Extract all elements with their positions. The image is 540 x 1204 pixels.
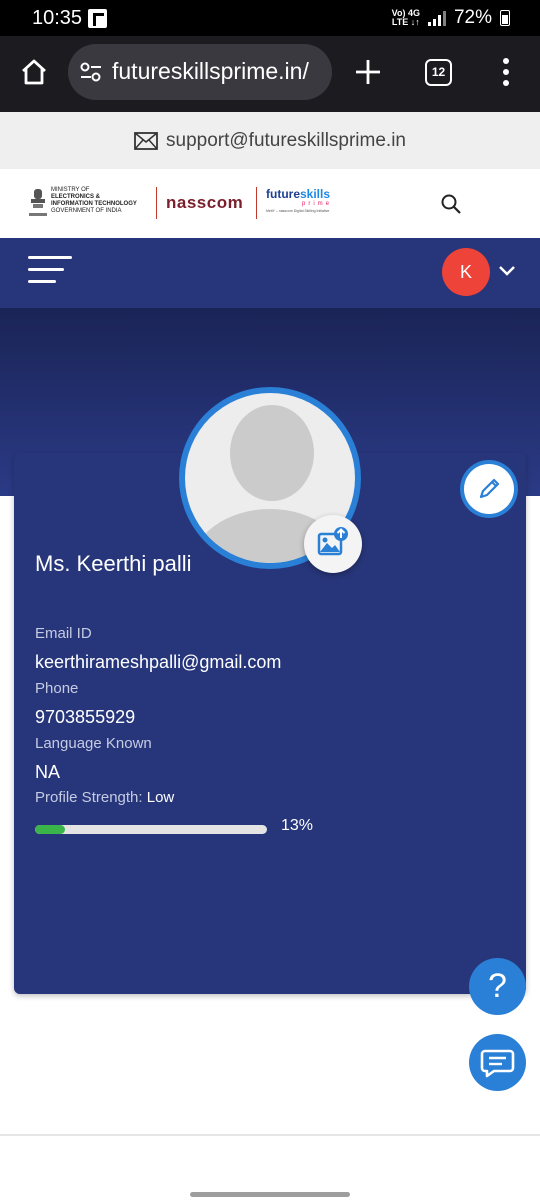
email-label: Email ID <box>35 625 92 642</box>
fs-logo-sub: prime <box>301 201 332 207</box>
status-time: 10:35 <box>32 7 83 29</box>
phone-value: 9703855929 <box>35 707 136 727</box>
profile-strength-label: Profile Strength: <box>35 789 143 806</box>
url-text[interactable]: futureskillsprime.in/ <box>112 58 324 85</box>
progress-fill <box>35 825 66 834</box>
notification-app-icon <box>88 9 107 28</box>
logo-divider <box>256 187 257 219</box>
pencil-icon <box>479 478 500 499</box>
fs-logo-tagline: MeitY – nasscom Digital Skilling Initiat… <box>266 209 330 213</box>
chat-button[interactable] <box>469 1034 526 1091</box>
mail-icon <box>134 131 158 150</box>
ministry-line-3: INFORMATION TECHNOLOGY <box>51 201 137 207</box>
chevron-down-icon[interactable] <box>498 265 516 277</box>
ministry-logo-text: MINISTRY OF ELECTRONICS & INFORMATION TE… <box>51 187 151 215</box>
language-label: Language Known <box>35 735 152 752</box>
nasscom-logo: nasscom <box>166 193 244 212</box>
ministry-line-2: ELECTRONICS & <box>51 194 101 200</box>
profile-name: Ms. Keerthi palli <box>35 551 192 576</box>
status-indicators: Vo) 4G LTE ↓↑ 72% <box>392 7 510 29</box>
status-bar: 10:35 Vo) 4G LTE ↓↑ 72% <box>0 0 540 36</box>
network-type-icon: Vo) 4G LTE ↓↑ <box>392 9 420 27</box>
edit-profile-button[interactable] <box>460 460 518 518</box>
support-email-link[interactable]: support@futureskillsprime.in <box>166 130 406 152</box>
support-strip: support@futureskillsprime.in <box>0 112 540 169</box>
logo-divider <box>156 187 157 219</box>
battery-percent: 72% <box>453 7 492 28</box>
image-upload-icon <box>317 527 348 556</box>
main-nav-bar: K <box>0 238 540 308</box>
chat-icon <box>480 1049 515 1078</box>
battery-icon <box>500 10 510 26</box>
network-type-bottom: LTE ↓↑ <box>391 17 420 27</box>
user-avatar-button[interactable]: K <box>442 248 490 296</box>
email-value: keerthirameshpalli@gmail.com <box>35 652 282 672</box>
content-divider <box>0 1134 540 1136</box>
search-icon[interactable] <box>441 194 461 214</box>
fs-logo-word-a: future <box>266 187 300 201</box>
browser-toolbar: futureskillsprime.in/ 12 <box>0 36 540 112</box>
home-icon[interactable] <box>20 58 48 86</box>
help-button[interactable]: ? <box>469 958 526 1015</box>
profile-strength-progress-bar <box>35 825 267 834</box>
fs-logo-word-b: skills <box>300 187 331 201</box>
national-emblem-logo <box>29 189 47 216</box>
site-settings-icon[interactable] <box>80 62 102 82</box>
hamburger-menu-icon[interactable] <box>28 256 72 286</box>
ministry-line-1: MINISTRY OF <box>51 187 90 193</box>
ministry-line-4: GOVERNMENT OF INDIA <box>51 208 122 214</box>
futureskills-prime-logo: futureskills prime MeitY – nasscom Digit… <box>266 187 336 213</box>
phone-label: Phone <box>35 680 79 697</box>
gesture-navigation-bar[interactable] <box>190 1192 350 1197</box>
upload-photo-button[interactable] <box>304 515 362 573</box>
more-menu-icon[interactable] <box>502 58 510 88</box>
question-icon: ? <box>488 967 507 1005</box>
address-bar[interactable]: futureskillsprime.in/ <box>68 44 332 100</box>
language-value: NA <box>35 762 61 782</box>
profile-strength: Profile Strength: Low <box>35 789 174 806</box>
progress-percent: 13% <box>281 817 314 834</box>
profile-strength-value: Low <box>146 789 175 806</box>
tab-switcher-button[interactable]: 12 <box>425 59 452 86</box>
signal-icon <box>427 10 446 26</box>
new-tab-icon[interactable] <box>354 58 382 86</box>
